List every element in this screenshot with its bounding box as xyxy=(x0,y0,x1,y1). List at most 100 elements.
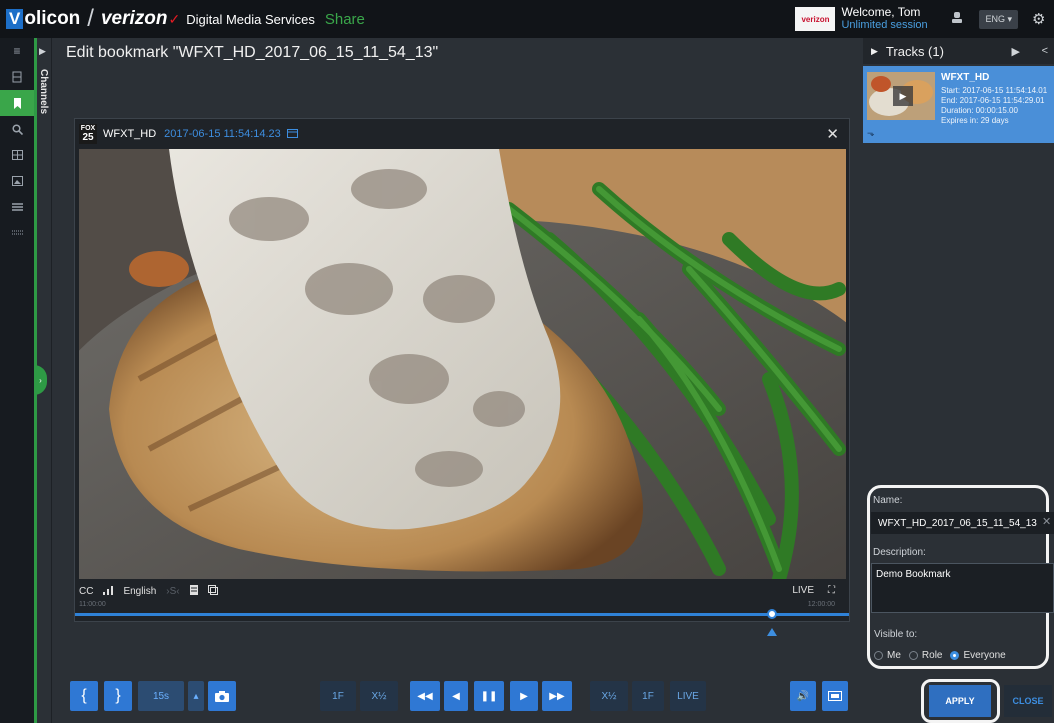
play-icon[interactable]: ▶ xyxy=(510,681,538,711)
track-item[interactable]: ▶ WFXT_HD Start: 2017-06-15 11:54:14.01 … xyxy=(863,66,1054,143)
verizon-badge: verizon xyxy=(795,7,836,31)
signal-icon[interactable] xyxy=(103,585,114,598)
closed-caption-button[interactable]: CC xyxy=(79,586,93,597)
tracks-title: Tracks (1) xyxy=(885,43,944,59)
timeline-end-time: 12:00:00 xyxy=(807,601,835,608)
radio-role[interactable] xyxy=(908,651,918,660)
image-icon[interactable] xyxy=(0,168,34,194)
channels-label: Channels xyxy=(38,69,49,115)
timeline-marker-icon xyxy=(767,628,777,636)
volume-icon[interactable]: 🔊 xyxy=(790,681,816,711)
fullscreen-icon[interactable]: ⛶ xyxy=(828,585,835,596)
radio-me[interactable] xyxy=(874,651,883,660)
radio-me-label: Me xyxy=(887,650,901,661)
top-right-controls: verizon Welcome, Tom Unlimited session E… xyxy=(795,0,1054,38)
chevron-right-icon: ▶ xyxy=(871,45,878,56)
player-controls: CC English ›S‹ LIVE ⛶ 11:00:00 12:00:00 xyxy=(75,579,849,621)
slow-back-button[interactable]: X½ xyxy=(360,681,398,711)
slow-forward-button[interactable]: X½ xyxy=(590,681,628,711)
player-header: FOX 25 WFXT_HD 2017-06-15 11:54:14.23 ✕ xyxy=(75,119,849,149)
track-end: End: 2017-06-15 11:54:29.01 xyxy=(941,96,1045,105)
step-size-caret[interactable]: ▴ xyxy=(188,681,204,711)
calendar-icon[interactable] xyxy=(286,128,298,141)
player-controls-right: LIVE ⛶ xyxy=(792,585,835,596)
radio-everyone[interactable] xyxy=(950,651,960,660)
name-field[interactable]: WFXT_HD_2017_06_15_11_54_13 xyxy=(871,512,1054,534)
player-timestamp[interactable]: 2017-06-15 11:54:14.23 xyxy=(164,128,281,140)
channel-name: WFXT_HD xyxy=(103,128,157,140)
app-window: Volicon / verizon ✓ Digital Media Service… xyxy=(0,0,1054,723)
audio-language[interactable]: English xyxy=(123,586,156,597)
page-title: Edit bookmark "WFXT_HD_2017_06_15_11_54_… xyxy=(66,44,439,61)
visible-to-label: Visible to: xyxy=(874,629,918,640)
list-icon[interactable] xyxy=(0,194,34,220)
close-button[interactable]: CLOSE xyxy=(1004,685,1052,717)
welcome-text: Welcome, Tom xyxy=(841,5,921,19)
live-button[interactable]: LIVE xyxy=(670,681,706,711)
radio-role-label: Role xyxy=(921,650,943,661)
share-app-label: Share xyxy=(324,10,365,28)
fast-forward-icon[interactable]: ▶▶ xyxy=(542,681,572,711)
video-frame[interactable] xyxy=(79,149,846,579)
left-sidebar: ≡ xyxy=(0,38,34,723)
top-bar: Volicon / verizon ✓ Digital Media Service… xyxy=(0,0,1054,38)
copy-icon[interactable] xyxy=(207,585,218,598)
live-label[interactable]: LIVE xyxy=(792,585,814,596)
language-select[interactable]: ENG ▾ xyxy=(979,9,1018,29)
track-duration: Duration: 00:00:15.00 xyxy=(941,106,1018,115)
brand-divider: / xyxy=(87,5,94,32)
verizon-check-icon: ✓ xyxy=(168,10,181,27)
mark-in-button[interactable]: { xyxy=(70,681,98,711)
timeline-bar[interactable] xyxy=(75,609,849,619)
visibility-radio-group: Me Role Everyone xyxy=(874,650,1006,661)
step-back-icon[interactable]: ◀ xyxy=(444,681,468,711)
close-icon[interactable]: ✕ xyxy=(826,125,839,143)
player-controls-left: CC English ›S‹ xyxy=(79,585,218,598)
track-expires: Expires in: 29 days xyxy=(941,116,1009,125)
track-title: WFXT_HD xyxy=(941,72,990,83)
panel-icon[interactable] xyxy=(0,64,34,90)
screen-icon[interactable] xyxy=(822,681,848,711)
track-start: Start: 2017-06-15 11:54:14.01 xyxy=(941,86,1048,95)
session-text: Unlimited session xyxy=(841,19,928,31)
document-icon[interactable] xyxy=(189,585,198,598)
frame-forward-button[interactable]: 1F xyxy=(632,681,664,711)
user-icon[interactable] xyxy=(945,11,969,27)
clear-icon[interactable]: ✕ xyxy=(1042,515,1051,528)
brand: Volicon / verizon ✓ Digital Media Service… xyxy=(0,0,365,38)
volicon-logo-text: olicon xyxy=(24,8,81,29)
mark-out-button[interactable]: } xyxy=(104,681,132,711)
name-label: Name: xyxy=(873,495,903,506)
tracks-header[interactable]: ▶ Tracks (1) ▶ < xyxy=(863,38,1054,64)
rewind-icon[interactable]: ◀◀ xyxy=(410,681,440,711)
service-name: Digital Media Services xyxy=(186,11,315,27)
dotted-list-icon[interactable] xyxy=(0,220,34,246)
description-field[interactable]: Demo Bookmark xyxy=(871,563,1054,613)
step-size-select[interactable]: 15s xyxy=(138,681,184,711)
timeline-playhead[interactable] xyxy=(767,609,777,619)
subtitle-icon[interactable]: ›S‹ xyxy=(166,586,179,597)
volicon-logo-mark: V xyxy=(6,9,24,29)
play-icon[interactable]: ▶ xyxy=(893,86,913,106)
user-welcome[interactable]: Welcome, Tom Unlimited session xyxy=(841,6,941,32)
frame-back-button[interactable]: 1F xyxy=(320,681,356,711)
bookmark-icon[interactable] xyxy=(0,90,34,116)
timeline-start-time: 11:00:00 xyxy=(79,601,106,608)
pause-icon[interactable]: ❚❚ xyxy=(474,681,504,711)
share-icon[interactable]: < xyxy=(1042,45,1048,57)
verizon-logo: verizon xyxy=(100,8,168,29)
apply-button[interactable]: APPLY xyxy=(929,685,991,717)
grid-icon[interactable] xyxy=(0,142,34,168)
radio-everyone-label: Everyone xyxy=(963,650,1006,661)
description-label: Description: xyxy=(873,547,926,558)
channel-logo: FOX 25 xyxy=(79,124,97,144)
camera-icon[interactable] xyxy=(208,681,236,711)
search-icon[interactable] xyxy=(0,116,34,142)
play-icon[interactable]: ▶ xyxy=(1012,45,1020,58)
expand-icon[interactable]: ⬎ xyxy=(867,128,875,139)
video-player: FOX 25 WFXT_HD 2017-06-15 11:54:14.23 ✕ xyxy=(74,118,850,622)
track-thumbnail: ▶ xyxy=(867,72,935,120)
gear-icon[interactable]: ⚙ xyxy=(1032,10,1054,28)
transport-bar: { } 15s ▴ 1F X½ ◀◀ ◀ ❚❚ ▶ ▶▶ X½ 1F LIVE … xyxy=(70,681,860,713)
menu-icon[interactable]: ≡ xyxy=(0,38,34,64)
